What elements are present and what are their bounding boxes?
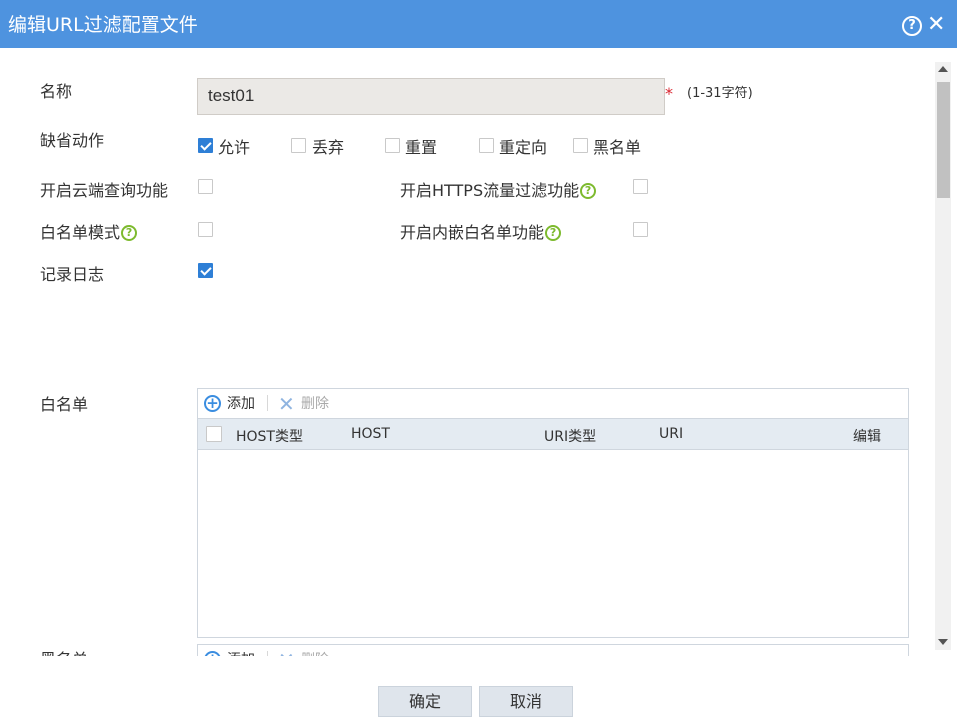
https-filter-row: 开启HTTPS流量过滤功能? [400, 177, 597, 201]
column-host[interactable]: HOST [351, 426, 390, 442]
delete-x-icon: ✕ [278, 392, 295, 416]
dialog-title: 编辑URL过滤配置文件 [8, 14, 198, 36]
embedded-whitelist-checkbox[interactable] [633, 222, 648, 237]
cloud-query-label: 开启云端查询功能 [40, 181, 169, 200]
whitelist-add-label: 添加 [227, 396, 255, 412]
question-mark-icon[interactable]: ? [121, 224, 138, 241]
embedded-whitelist-row: 开启内嵌白名单功能? [400, 219, 562, 243]
scroll-up-arrow-icon[interactable] [938, 66, 948, 72]
cloud-query-checkbox[interactable] [198, 179, 213, 194]
dialog-footer: 确定 取消 [0, 656, 957, 718]
embedded-whitelist-label: 开启内嵌白名单功能 [400, 223, 545, 242]
scroll-down-arrow-icon[interactable] [938, 639, 948, 645]
dialog-titlebar: 编辑URL过滤配置文件 ? ✕ [0, 0, 957, 48]
select-all-checkbox[interactable] [206, 426, 222, 442]
question-circle-icon[interactable]: ? [902, 16, 922, 36]
https-filter-label: 开启HTTPS流量过滤功能 [400, 181, 580, 200]
dialog-body: 名称 test01 * (1-31字符) 缺省动作 允许 丢弃 重置 重定向 黑… [0, 48, 935, 656]
whitelist-label: 白名单 [40, 395, 89, 414]
cancel-button[interactable]: 取消 [479, 686, 573, 717]
action-drop-label[interactable]: 丢弃 [312, 134, 344, 158]
question-mark-icon[interactable]: ? [545, 224, 562, 241]
blacklist-label: 黑名单 [40, 646, 88, 656]
whitelist-delete-button[interactable]: ✕ 删除 [278, 394, 329, 414]
whitelist-mode-row: 白名单模式? [40, 219, 138, 243]
log-label: 记录日志 [40, 265, 105, 284]
column-host-type[interactable]: HOST类型 [236, 426, 303, 446]
question-mark-icon[interactable]: ? [580, 182, 597, 199]
whitelist-delete-label: 删除 [301, 396, 329, 412]
whitelist-mode-label: 白名单模式 [40, 223, 121, 242]
name-field[interactable]: test01 [197, 78, 665, 115]
log-checkbox[interactable] [198, 263, 213, 278]
blacklist-table: + 添加 ✕ 删除 [197, 644, 909, 656]
action-blacklist-label[interactable]: 黑名单 [593, 134, 641, 158]
whitelist-toolbar: + 添加 ✕ 删除 [198, 389, 908, 418]
name-hint: (1-31字符) [687, 86, 753, 101]
action-redirect-checkbox[interactable] [479, 138, 494, 153]
action-redirect-label[interactable]: 重定向 [499, 134, 547, 158]
https-filter-checkbox[interactable] [633, 179, 648, 194]
action-reset-label[interactable]: 重置 [405, 134, 437, 158]
action-reset-checkbox[interactable] [385, 138, 400, 153]
column-edit[interactable]: 编辑 [853, 426, 881, 446]
action-drop-checkbox[interactable] [291, 138, 306, 153]
column-uri[interactable]: URI [659, 426, 683, 442]
ok-button[interactable]: 确定 [378, 686, 472, 717]
default-action-label: 缺省动作 [40, 131, 105, 150]
whitelist-table-header: HOST类型 HOST URI类型 URI 编辑 [198, 418, 908, 450]
action-allow-label[interactable]: 允许 [218, 134, 250, 158]
close-icon[interactable]: ✕ [927, 13, 945, 37]
action-blacklist-checkbox[interactable] [573, 138, 588, 153]
whitelist-mode-checkbox[interactable] [198, 222, 213, 237]
scrollbar-thumb[interactable] [937, 82, 950, 198]
toolbar-divider [267, 395, 268, 411]
whitelist-add-button[interactable]: + 添加 [204, 394, 255, 414]
required-mark: * [665, 84, 673, 103]
whitelist-table: + 添加 ✕ 删除 HOST类型 HOST URI类型 URI 编辑 [197, 388, 909, 638]
column-uri-type[interactable]: URI类型 [544, 426, 596, 446]
vertical-scrollbar[interactable] [935, 62, 951, 650]
action-allow-checkbox[interactable] [198, 138, 213, 153]
name-label: 名称 [40, 82, 73, 101]
plus-circle-icon: + [204, 395, 221, 412]
